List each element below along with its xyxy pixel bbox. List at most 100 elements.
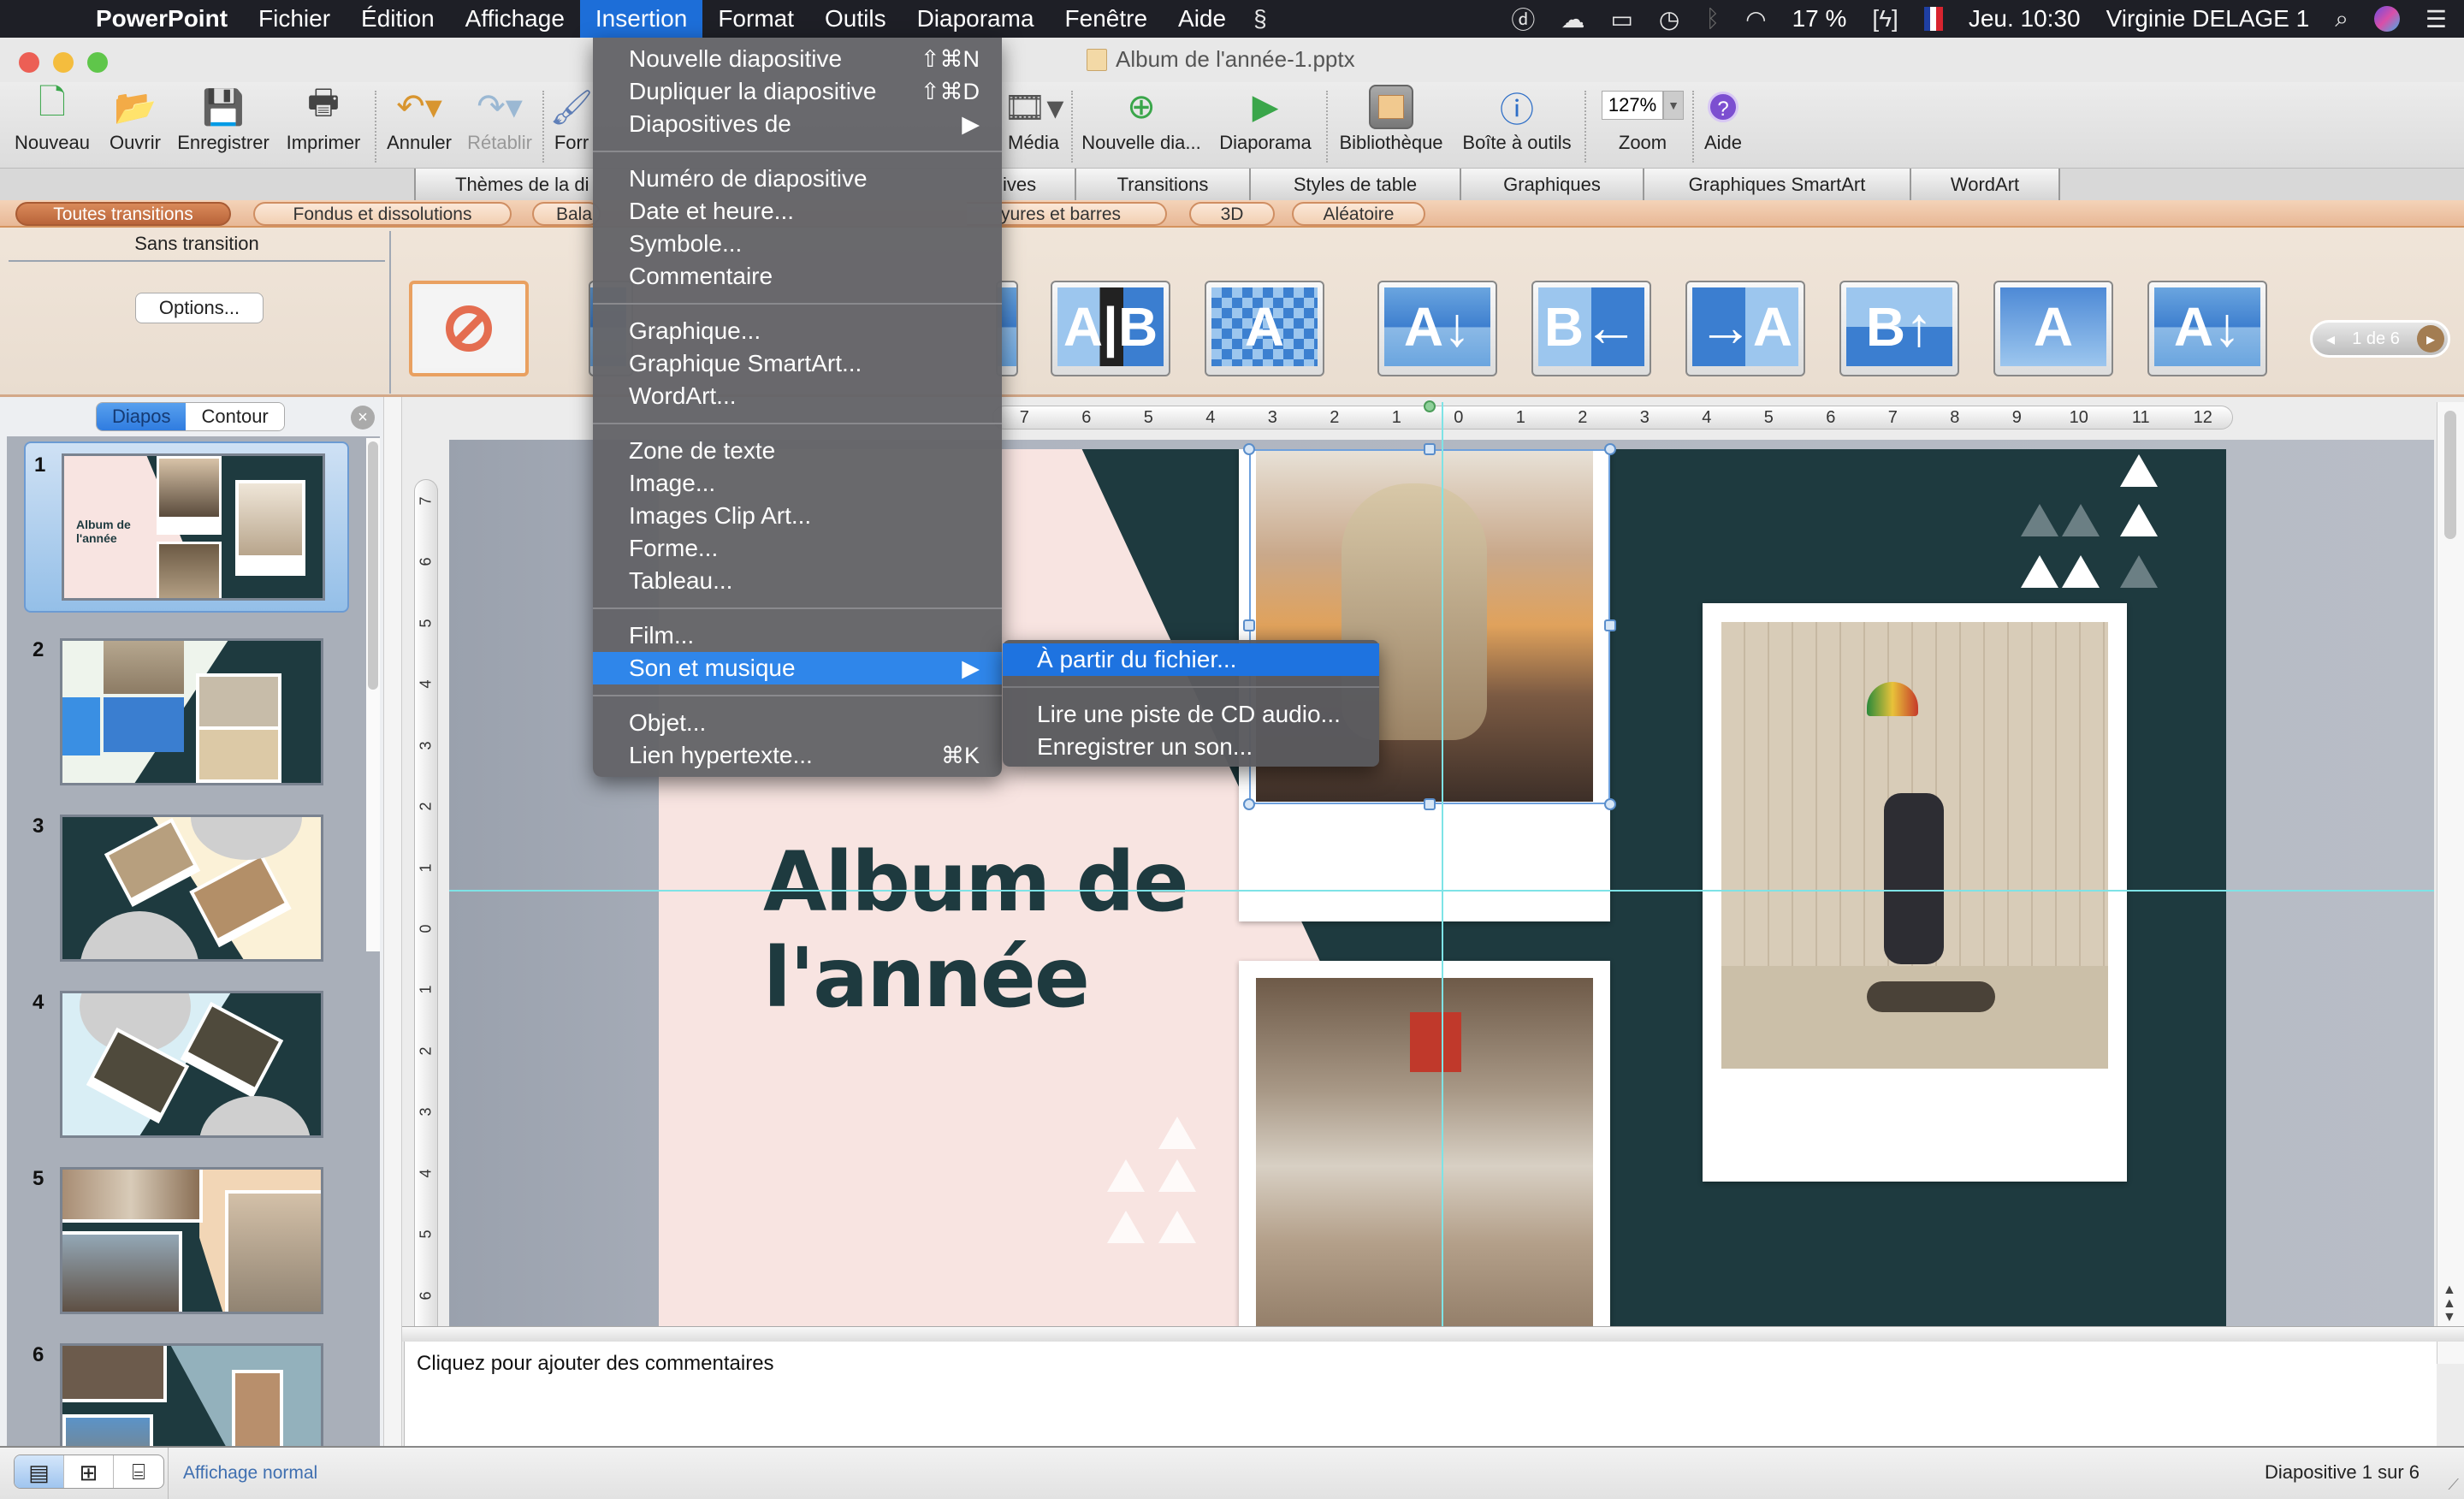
tab-table-styles[interactable]: Styles de table [1249, 169, 1460, 201]
slide-thumbnail-2[interactable]: 2 [7, 628, 366, 799]
script-icon[interactable]: § [1253, 5, 1267, 33]
dashlane-icon[interactable]: ⓓ [1511, 2, 1535, 36]
transition-thumb[interactable]: A [1205, 281, 1324, 376]
menu-fenetre[interactable]: Fenêtre [1050, 0, 1164, 38]
resize-handle[interactable] [1424, 443, 1436, 455]
resize-handle[interactable] [1604, 443, 1616, 455]
submenu-item-from-file[interactable]: À partir du fichier... [1003, 643, 1379, 676]
slide-title[interactable]: Album de l'année [763, 834, 1189, 1026]
slideshow-button[interactable]: ▶ Diaporama [1211, 82, 1319, 168]
slide-thumbnail-3[interactable]: 3 [7, 804, 366, 975]
slide-thumbnail-1[interactable]: 1 Album de l'année [24, 441, 349, 613]
transition-thumb[interactable]: A [1993, 281, 2113, 376]
rotate-handle[interactable] [1424, 400, 1436, 412]
slide-thumbnail-6[interactable]: 6 [7, 1333, 366, 1449]
tab-wordart[interactable]: WordArt [1910, 169, 2060, 201]
resize-grip-icon[interactable]: ⟋ [2448, 1476, 2459, 1494]
resize-handle[interactable] [1243, 619, 1255, 631]
resize-handle[interactable] [1604, 619, 1616, 631]
resize-handle[interactable] [1604, 798, 1616, 810]
scroll-thumb[interactable] [2444, 411, 2456, 539]
menu-format[interactable]: Format [702, 0, 809, 38]
close-window-button[interactable] [19, 52, 39, 73]
tab-themes[interactable]: Thèmes de la di [414, 169, 594, 201]
menu-aide[interactable]: Aide [1163, 0, 1241, 38]
resize-handle[interactable] [1243, 443, 1255, 455]
zoom-dropdown-arrow[interactable]: ▼ [1663, 91, 1684, 120]
slide-thumbnail-4[interactable]: 4 [7, 981, 366, 1152]
library-button[interactable]: Bibliothèque [1331, 82, 1451, 168]
menu-item-nouvelle-diapositive[interactable]: Nouvelle diapositive ⇧⌘N [593, 43, 1002, 75]
toolbox-button[interactable]: ⓘ Boîte à outils [1454, 82, 1579, 168]
menu-item-wordart[interactable]: WordArt... [593, 380, 1002, 412]
menu-outils[interactable]: Outils [809, 0, 902, 38]
new-slide-button[interactable]: ⊕ Nouvelle dia... [1076, 82, 1206, 168]
pager-prev-icon[interactable]: ◂ [2326, 329, 2335, 350]
category-wipes[interactable]: Bala [532, 202, 601, 226]
menu-item-date-et-heure[interactable]: Date et heure... [593, 195, 1002, 228]
menu-item-symbole[interactable]: Symbole... [593, 228, 1002, 260]
bluetooth-icon[interactable]: ᛒ [1705, 5, 1720, 33]
panel-splitter[interactable] [383, 397, 402, 1449]
category-fades[interactable]: Fondus et dissolutions [253, 202, 512, 226]
category-all[interactable]: Toutes transitions [15, 202, 231, 226]
notes-pane[interactable]: Cliquez pour ajouter des commentaires [404, 1342, 2437, 1446]
redo-button[interactable]: ↷▾ Rétablir [462, 82, 537, 168]
spotlight-icon[interactable]: ⌕ [2335, 5, 2348, 33]
menu-item-commentaire[interactable]: Commentaire [593, 260, 1002, 293]
tab-outline[interactable]: Contour [186, 403, 284, 430]
menu-item-graphique-smartart[interactable]: Graphique SmartArt... [593, 347, 1002, 380]
format-painter-button[interactable]: 🖌 Forr [548, 82, 595, 168]
menu-item-lien-hypertexte[interactable]: Lien hypertexte... ⌘K [593, 739, 1002, 772]
slide-thumbnail-5[interactable]: 5 [7, 1157, 366, 1328]
category-3d[interactable]: 3D [1189, 202, 1275, 226]
submenu-item-play-cd[interactable]: Lire une piste de CD audio... [1003, 698, 1379, 731]
resize-handle[interactable] [1243, 798, 1255, 810]
submenu-item-record-sound[interactable]: Enregistrer un son... [1003, 731, 1379, 763]
help-button[interactable]: ? Aide [1697, 82, 1749, 168]
category-random[interactable]: Aléatoire [1292, 202, 1425, 226]
menu-diaporama[interactable]: Diaporama [902, 0, 1050, 38]
menu-item-numero-de-diapositive[interactable]: Numéro de diapositive [593, 163, 1002, 195]
minimize-window-button[interactable] [53, 52, 74, 73]
zoom-input[interactable]: 127% [1602, 91, 1663, 120]
menu-item-son-et-musique[interactable]: Son et musique ▶ [593, 652, 1002, 684]
normal-view-icon[interactable]: ▤ [15, 1455, 64, 1488]
airplay-icon[interactable]: ▭ [1610, 5, 1632, 33]
menu-item-zone-de-texte[interactable]: Zone de texte [593, 435, 1002, 467]
menu-item-objet[interactable]: Objet... [593, 707, 1002, 739]
editor-vertical-scrollbar[interactable]: ▲▲▼▼ [2437, 402, 2464, 1364]
menu-item-diapositives-de[interactable]: Diapositives de ▶ [593, 108, 1002, 140]
slide-sorter-view-icon[interactable]: ⊞ [64, 1455, 114, 1488]
menu-fichier[interactable]: Fichier [243, 0, 346, 38]
flag-icon[interactable] [1923, 7, 1943, 31]
tab-transitions[interactable]: Transitions [1075, 169, 1249, 201]
menu-item-images-clip-art[interactable]: Images Clip Art... [593, 500, 1002, 532]
creative-cloud-icon[interactable]: ☁ [1561, 5, 1584, 33]
tab-slide-layouts[interactable]: ives [1001, 169, 1075, 201]
menu-item-dupliquer-la-diapositive[interactable]: Dupliquer la diapositive ⇧⌘D [593, 75, 1002, 108]
slideshow-view-icon[interactable]: ⌸ [114, 1455, 163, 1488]
menu-item-film[interactable]: Film... [593, 619, 1002, 652]
tab-slides[interactable]: Diapos [97, 403, 187, 430]
open-button[interactable]: 📂 Ouvrir [103, 82, 168, 168]
menu-item-tableau[interactable]: Tableau... [593, 565, 1002, 597]
menu-item-forme[interactable]: Forme... [593, 532, 1002, 565]
menu-app[interactable]: PowerPoint [80, 0, 243, 38]
wifi-icon[interactable]: ◠ [1745, 5, 1766, 33]
menu-item-graphique[interactable]: Graphique... [593, 315, 1002, 347]
menu-affichage[interactable]: Affichage [450, 0, 580, 38]
photo-frame-pier[interactable] [1239, 961, 1610, 1326]
save-button[interactable]: 💾 Enregistrer [173, 82, 274, 168]
transition-thumb[interactable]: →A [1685, 281, 1805, 376]
menu-edition[interactable]: Édition [346, 0, 450, 38]
resize-handle[interactable] [1424, 798, 1436, 810]
media-button[interactable]: 🎞▾ Média [999, 82, 1068, 168]
clock[interactable]: Jeu. 10:30 [1969, 5, 2081, 33]
tab-smartart[interactable]: Graphiques SmartArt [1643, 169, 1910, 201]
transition-none[interactable] [409, 281, 529, 376]
transition-thumb[interactable]: A↓ [1377, 281, 1497, 376]
pager-next-button[interactable]: ▸ [2417, 325, 2444, 353]
zoom-window-button[interactable] [87, 52, 108, 73]
battery-icon[interactable]: [ϟ] [1872, 5, 1898, 33]
